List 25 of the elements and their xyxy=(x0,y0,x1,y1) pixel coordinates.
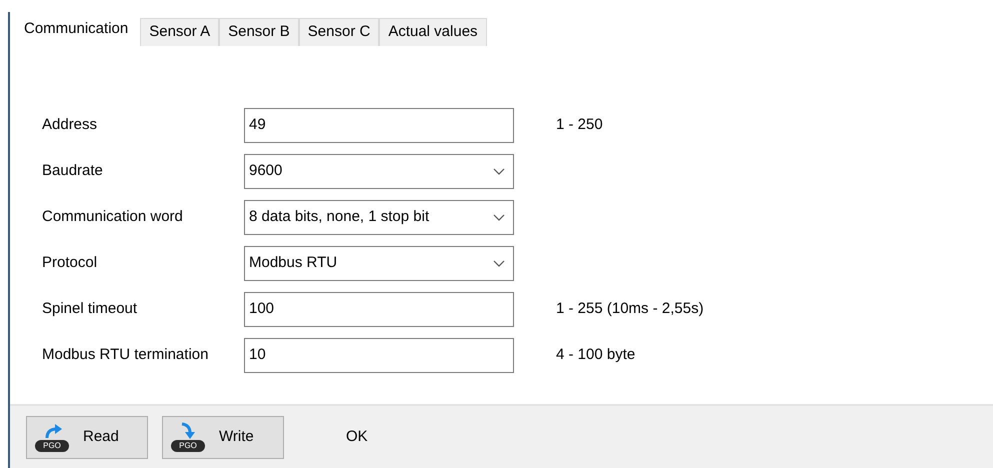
chevron-down-icon xyxy=(493,168,505,175)
tab[interactable]: Sensor C xyxy=(298,18,380,46)
range-hint: 1 - 255 (10ms - 2,55s) xyxy=(556,299,704,320)
field-label: Spinel timeout xyxy=(42,299,138,320)
dropdown[interactable]: Modbus RTU xyxy=(244,246,514,281)
dropdown[interactable]: 9600 xyxy=(244,154,514,189)
chevron-down-icon xyxy=(493,214,505,221)
range-hint: 1 - 250 xyxy=(556,115,603,136)
toolbar-button[interactable]: PGO Read xyxy=(26,416,148,458)
range-hint: 4 - 100 byte xyxy=(556,345,636,366)
field-label: Baudrate xyxy=(42,161,104,182)
input-field[interactable]: 100 xyxy=(244,292,514,327)
input-field[interactable]: 10 xyxy=(244,338,514,373)
tab[interactable]: Sensor B xyxy=(219,18,299,46)
tab[interactable]: Actual values xyxy=(379,18,487,46)
input-field[interactable]: 49 xyxy=(244,108,514,143)
field-label: Modbus RTU termination xyxy=(42,345,210,366)
field-label: Address xyxy=(42,115,98,136)
toolbar-button[interactable]: PGO Write xyxy=(162,416,284,458)
field-label: Communication word xyxy=(42,207,184,228)
status-text: OK xyxy=(346,426,368,447)
tab[interactable]: Sensor A xyxy=(140,18,220,46)
dropdown[interactable]: 8 data bits, none, 1 stop bit xyxy=(244,200,514,235)
field-label: Protocol xyxy=(42,253,98,274)
chevron-down-icon xyxy=(493,260,505,267)
